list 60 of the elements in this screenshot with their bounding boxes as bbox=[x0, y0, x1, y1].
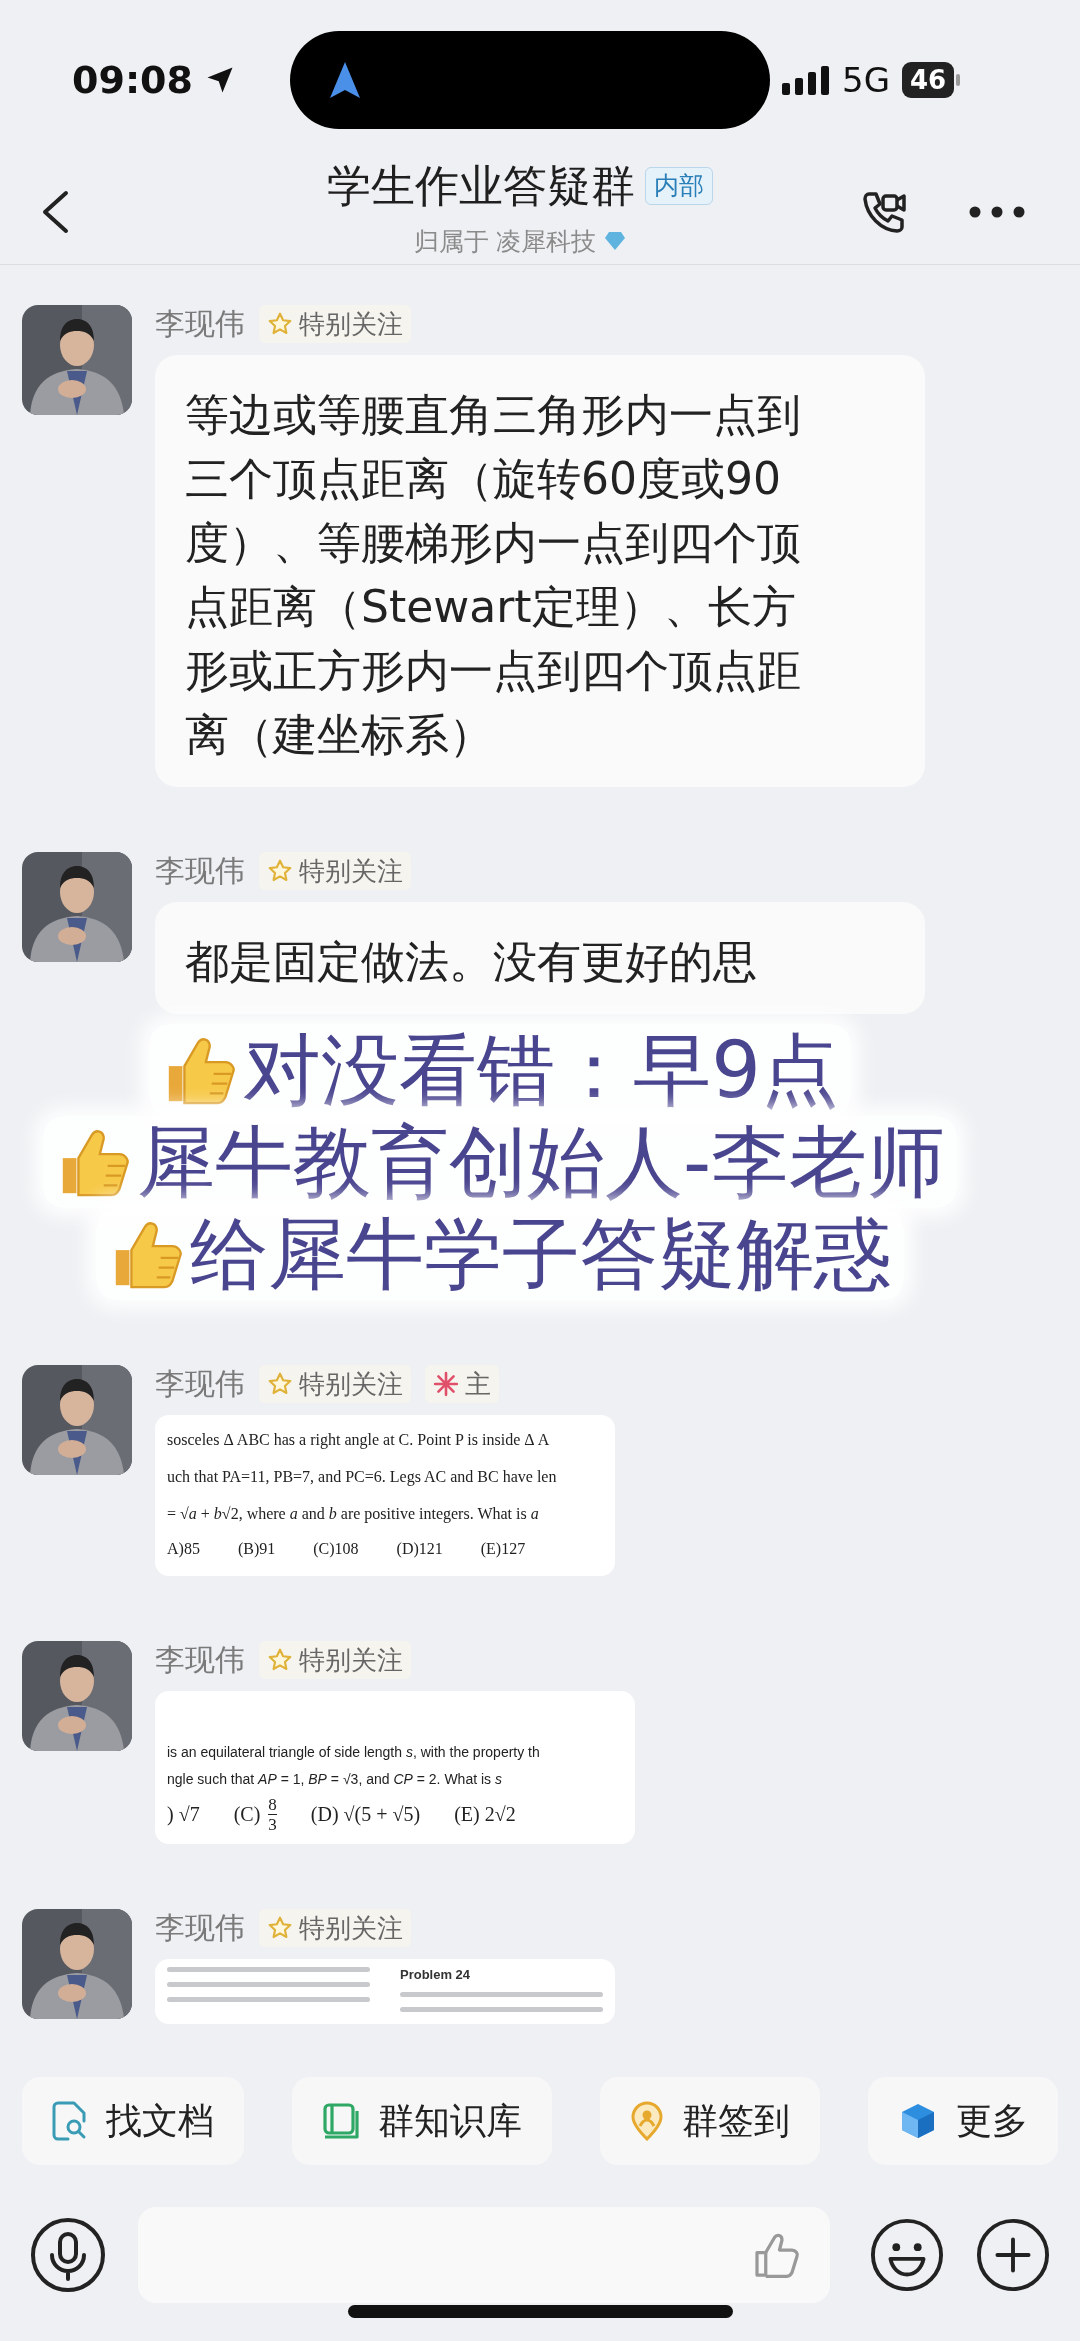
location-pin-icon bbox=[630, 2101, 664, 2141]
message-input[interactable] bbox=[138, 2207, 830, 2303]
sender-name: 李现伟 bbox=[155, 1364, 245, 1403]
message-bubble: 等边或等腰直角三角形内一点到三个顶点距离（旋转60度或90度）、等腰梯形内一点到四个顶点距离（Stewart定理）、长方形或正方形内一点到四个顶点距离（建坐标系） bbox=[155, 355, 925, 787]
network-label: 5G bbox=[842, 60, 890, 100]
star-icon bbox=[267, 311, 293, 337]
answer-option: ) √7 bbox=[167, 1803, 200, 1826]
add-icon[interactable] bbox=[976, 2218, 1050, 2292]
back-icon[interactable] bbox=[40, 190, 70, 234]
caption-text: 给犀牛学子答疑解惑 bbox=[190, 1208, 892, 1300]
microphone-icon[interactable] bbox=[30, 2217, 106, 2293]
star-icon bbox=[267, 1371, 293, 1397]
problem-text: ngle such that AP = 1, BP = √3, and CP = 2. What is s bbox=[167, 1770, 503, 1789]
caption-text: 犀牛教育创始人-李老师 bbox=[136, 1116, 946, 1208]
tag-label: 特别关注 bbox=[299, 854, 403, 888]
tag-label: 主 bbox=[465, 1367, 491, 1401]
sender-name: 李现伟 bbox=[155, 1908, 245, 1947]
flower-icon bbox=[433, 1371, 459, 1397]
answer-option: (E)127 bbox=[480, 1532, 526, 1566]
battery-indicator: 46 bbox=[902, 62, 955, 98]
status-time: 09:08 bbox=[72, 58, 193, 102]
document-search-icon bbox=[52, 2101, 88, 2141]
problem-text: is an equilateral triangle of side length s, with the property th bbox=[167, 1743, 541, 1762]
answer-option: A)85 bbox=[167, 1532, 200, 1566]
tag-label: 特别关注 bbox=[299, 1911, 403, 1945]
problem-text: uch that PA=11, PB=7, and PC=6. Legs AC and BC have len bbox=[167, 1467, 558, 1488]
tag-label: 特别关注 bbox=[299, 1643, 403, 1677]
answer-option: (B)91 bbox=[237, 1532, 276, 1566]
sender-name: 李现伟 bbox=[155, 1640, 245, 1679]
tag-label: 特别关注 bbox=[299, 307, 403, 341]
chat-title: 学生作业答疑群 bbox=[327, 158, 635, 213]
book-icon bbox=[322, 2102, 360, 2140]
more-icon[interactable] bbox=[969, 206, 1025, 218]
answer-option: (D) √(5 + √5) bbox=[310, 1803, 421, 1826]
sender-name: 李现伟 bbox=[155, 851, 245, 890]
problem-text: sosceles Δ ABC has a right angle at C. Point P is inside Δ A bbox=[167, 1430, 551, 1451]
quick-action-button[interactable]: 找文档 bbox=[22, 2077, 244, 2165]
chat-subtitle: 归属于 凌犀科技 bbox=[413, 225, 597, 258]
answer-option: (C) bbox=[233, 1803, 261, 1826]
quick-action-button[interactable]: 群签到 bbox=[600, 2077, 820, 2165]
answer-option: (D)121 bbox=[396, 1532, 443, 1566]
problem-text: = √a + b√2, where a and b are positive integers. What is a bbox=[167, 1504, 540, 1525]
answer-option: (C)108 bbox=[313, 1532, 359, 1566]
sender-name: 李现伟 bbox=[155, 304, 245, 343]
star-icon bbox=[267, 858, 293, 884]
caption-text: 对没看错：早9点 bbox=[243, 1024, 839, 1116]
star-icon bbox=[267, 1915, 293, 1941]
diamond-icon bbox=[604, 231, 627, 251]
problem-heading: Problem 24 bbox=[400, 1967, 472, 1982]
tag-label: 特别关注 bbox=[299, 1367, 403, 1401]
quick-action-button[interactable]: 更多 bbox=[868, 2077, 1058, 2165]
internal-badge: 内部 bbox=[645, 167, 713, 205]
star-icon bbox=[267, 1647, 293, 1673]
quick-action-button[interactable]: 群知识库 bbox=[292, 2077, 552, 2165]
fraction: 8 3 bbox=[268, 1795, 277, 1834]
navigation-arrow-icon bbox=[328, 60, 362, 100]
emoji-icon[interactable] bbox=[870, 2218, 944, 2292]
answer-option: (E) 2√2 bbox=[454, 1803, 516, 1826]
message-bubble: 都是固定做法。没有更好的思 bbox=[155, 902, 925, 1014]
signal-icon bbox=[782, 65, 830, 95]
